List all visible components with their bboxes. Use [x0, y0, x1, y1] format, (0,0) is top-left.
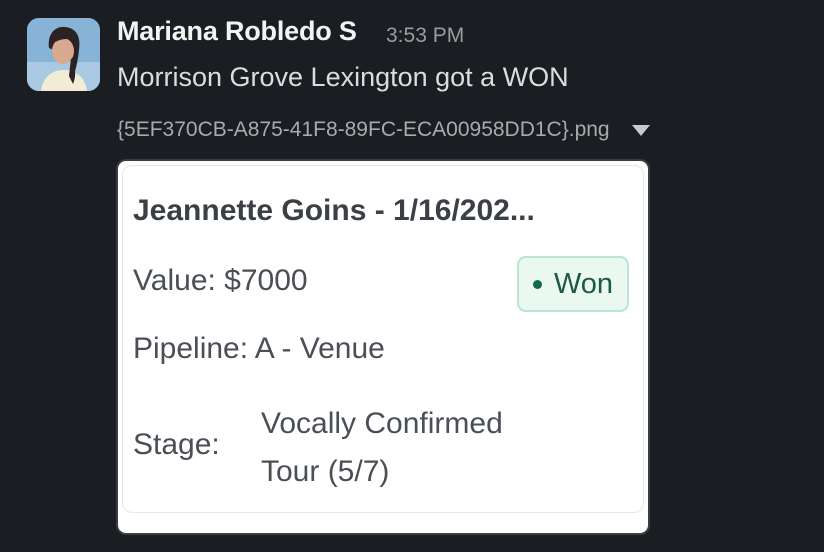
status-dot-icon: [532, 279, 542, 289]
deal-value: Value: $7000: [133, 264, 308, 297]
message-text: Morrison Grove Lexington got a WON: [117, 62, 569, 92]
deal-pipeline: Pipeline: A - Venue: [133, 332, 385, 365]
file-name[interactable]: {5EF370CB-A875-41F8-89FC-ECA00958DD1C}.p…: [117, 118, 610, 142]
chat-message: Mariana Robledo S 3:53 PM Morrison Grove…: [0, 0, 824, 552]
stage-value: Vocally Confirmed Tour (5/7): [261, 400, 601, 496]
message-timestamp[interactable]: 3:53 PM: [386, 24, 464, 48]
status-badge: Won: [517, 256, 629, 312]
avatar[interactable]: [27, 18, 100, 91]
stage-value-line-1: Vocally Confirmed: [261, 407, 503, 440]
sender-name[interactable]: Mariana Robledo S: [117, 16, 357, 47]
image-attachment[interactable]: Jeannette Goins - 1/16/202... Value: $70…: [116, 159, 650, 535]
chevron-down-icon[interactable]: [631, 124, 650, 136]
file-attachment-header: {5EF370CB-A875-41F8-89FC-ECA00958DD1C}.p…: [117, 116, 650, 144]
status-label: Won: [553, 267, 614, 300]
avatar-photo: [27, 18, 100, 91]
deal-card: Jeannette Goins - 1/16/202... Value: $70…: [122, 165, 644, 513]
stage-label: Stage:: [133, 428, 220, 461]
stage-value-line-2: Tour (5/7): [261, 455, 390, 488]
deal-title: Jeannette Goins - 1/16/202...: [133, 194, 535, 227]
